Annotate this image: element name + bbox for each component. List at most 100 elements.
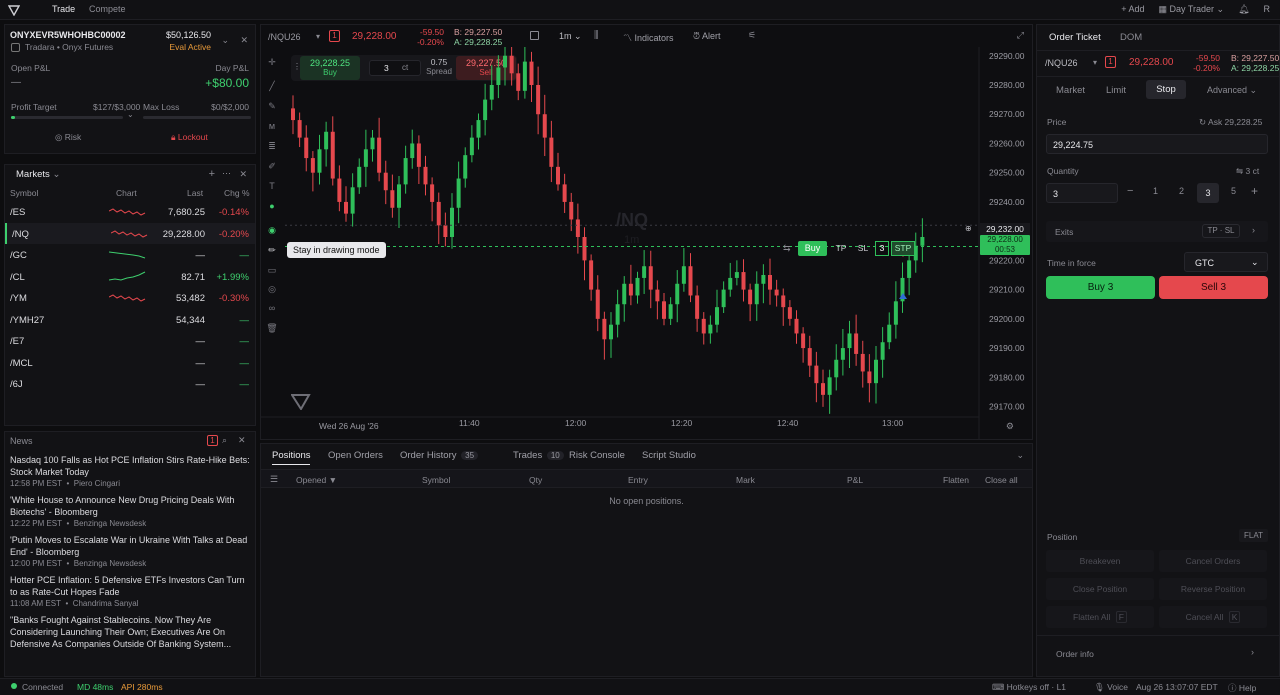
col-pnl[interactable]: P&L [847,475,863,485]
news-item[interactable]: 'White House to Announce New Drug Pricin… [10,494,252,528]
order-type-market[interactable]: Market [1056,85,1085,96]
header-last[interactable]: Last [187,188,203,198]
order-line-buy[interactable]: Buy [798,241,827,256]
chevron-right-icon[interactable]: › [1251,647,1254,657]
quantity-input[interactable]: 3 [1046,183,1118,203]
cursor-icon[interactable]: ✛ [266,56,278,68]
markets-title[interactable]: Markets ⌄ [16,169,60,180]
tab-script-studio[interactable]: Script Studio [642,450,696,461]
chevron-down-icon[interactable]: ▾ [316,32,320,41]
cancel-orders-button[interactable]: Cancel Orders [1159,550,1267,572]
market-row[interactable]: /GC — — [5,244,255,266]
qty-decrement-button[interactable]: − [1127,185,1133,197]
qty-preset-1[interactable]: 1 [1153,186,1158,196]
sell-button[interactable]: Sell 3 [1159,276,1268,299]
col-qty[interactable]: Qty [529,475,542,485]
alert-button[interactable]: ⏰︎ Alert [693,31,721,42]
brush-icon[interactable]: ✎ [266,100,278,112]
trash-icon[interactable]: 🗑︎ [266,322,278,334]
user-avatar[interactable]: R [1264,4,1271,15]
qty-preset-5[interactable]: 5 [1231,186,1236,196]
tab-positions[interactable]: Positions [272,450,311,461]
crosshair-add-icon[interactable]: ⊕ [965,224,972,233]
square-icon[interactable] [530,31,539,40]
order-info-toggle[interactable]: Order info [1056,649,1094,659]
lockout-button[interactable]: 🔒︎ Lockout [171,132,208,143]
interval-selector[interactable]: 1m ⌄ [559,31,582,42]
ruler-icon[interactable]: ▭ [266,264,278,276]
magnet-icon[interactable]: ● [266,200,278,212]
tab-risk-console[interactable]: Risk Console [569,450,625,461]
market-row[interactable]: /6J — — [5,373,255,395]
news-item[interactable]: Hotter PCE Inflation: 5 Defensive ETFs I… [10,574,252,608]
tab-dom[interactable]: DOM [1120,32,1142,43]
layout-selector[interactable]: ▦ Day Trader ⌄ [1158,4,1224,15]
cancel-all-button[interactable]: Cancel All K [1159,606,1267,628]
market-row[interactable]: /CL 82.71 +1.99% [5,266,255,288]
close-icon[interactable]: ✕ [239,169,247,180]
pattern-icon[interactable]: ᴍ [266,120,278,132]
tab-open-orders[interactable]: Open Orders [328,450,383,461]
link-icon[interactable]: ∞ [266,302,278,314]
candles-icon[interactable]: ⫼ [594,30,599,41]
order-type-limit[interactable]: Limit [1106,85,1126,96]
breakeven-button[interactable]: Breakeven [1046,550,1154,572]
news-item[interactable]: Nasdaq 100 Falls as Hot PCE Inflation St… [10,454,252,488]
reverse-position-button[interactable]: Reverse Position [1159,578,1267,600]
chart-settings-icon[interactable]: ⚙︎ [1006,421,1014,432]
close-all-button[interactable]: Close all [985,475,1018,485]
ask-price-link[interactable]: ↻ Ask 29,228.25 [1199,117,1262,128]
eye-icon[interactable]: ◎ [266,283,278,295]
indicators-button[interactable]: 〽︎ Indicators [623,31,674,44]
add-icon[interactable]: + [209,168,215,180]
news-item[interactable]: 'Putin Moves to Escalate War in Ukraine … [10,534,252,568]
tab-trades[interactable]: Trades 10 [513,450,564,461]
qty-preset-3[interactable]: 3 [1197,183,1219,203]
buy-button[interactable]: Buy 3 [1046,276,1155,299]
ticket-symbol[interactable]: /NQU26 [1045,58,1078,68]
search-icon[interactable]: ⌕ [222,435,227,446]
pen-icon[interactable]: ✐ [266,160,278,172]
header-symbol[interactable]: Symbol [10,188,38,198]
risk-button[interactable]: ◎ Risk [55,132,81,143]
settings-sliders-icon[interactable]: ⚟ [748,30,756,41]
chevron-down-icon[interactable]: ⌄ [127,110,134,119]
columns-icon[interactable]: ☰ [270,474,278,485]
order-line-type[interactable]: STP [891,241,915,256]
col-opened[interactable]: Opened ▼ [296,475,337,485]
lock-drawing-icon[interactable]: ◉ [266,224,278,236]
account-id[interactable]: ONYXEVR5WHOHBC00002 [10,30,126,40]
swap-icon[interactable]: ⇆ [783,243,791,254]
close-icon[interactable]: ✕ [240,35,248,46]
link-badge[interactable]: 1 [329,30,340,42]
exits-row[interactable]: Exits TP · SL › [1046,221,1268,242]
header-chg[interactable]: Chg % [224,188,250,198]
trendline-icon[interactable]: ╱ [266,80,278,92]
tif-select[interactable]: GTC ⌄ [1184,252,1268,272]
chevron-down-icon[interactable]: ⌄ [1016,450,1024,461]
help-button[interactable]: ⓘ Help [1228,682,1256,694]
add-button[interactable]: + Add [1121,4,1144,15]
market-row[interactable]: /YM 53,482 -0.30% [5,287,255,309]
order-line-qty[interactable]: 3 [875,241,889,256]
qty-increment-button[interactable]: + [1251,184,1258,198]
tab-order-history[interactable]: Order History 35 [400,450,479,461]
qty-preset-2[interactable]: 2 [1179,186,1184,196]
order-line-sl[interactable]: SL [853,241,873,256]
advanced-dropdown[interactable]: Advanced ⌄ [1207,85,1257,96]
close-icon[interactable]: ✕ [238,435,246,446]
voice-toggle[interactable]: 🎙︎ Voice [1094,682,1128,693]
ticket-link-badge[interactable]: 1 [1105,56,1116,68]
market-row[interactable]: /MCL — — [5,352,255,374]
tab-compete[interactable]: Compete [89,4,126,14]
price-input[interactable]: 29,224.75 [1046,134,1268,154]
tab-order-ticket[interactable]: Order Ticket [1049,32,1101,43]
close-position-button[interactable]: Close Position [1046,578,1154,600]
chart-symbol[interactable]: /NQU26 [268,32,301,42]
text-icon[interactable]: T [266,180,278,192]
market-row[interactable]: /ES 7,680.25 -0.14% [5,201,255,223]
tab-trade[interactable]: Trade [52,4,75,14]
col-mark[interactable]: Mark [736,475,755,485]
market-row[interactable]: /NQ 29,228.00 -0.20% [5,222,255,244]
more-icon[interactable]: ⋯ [222,168,231,179]
